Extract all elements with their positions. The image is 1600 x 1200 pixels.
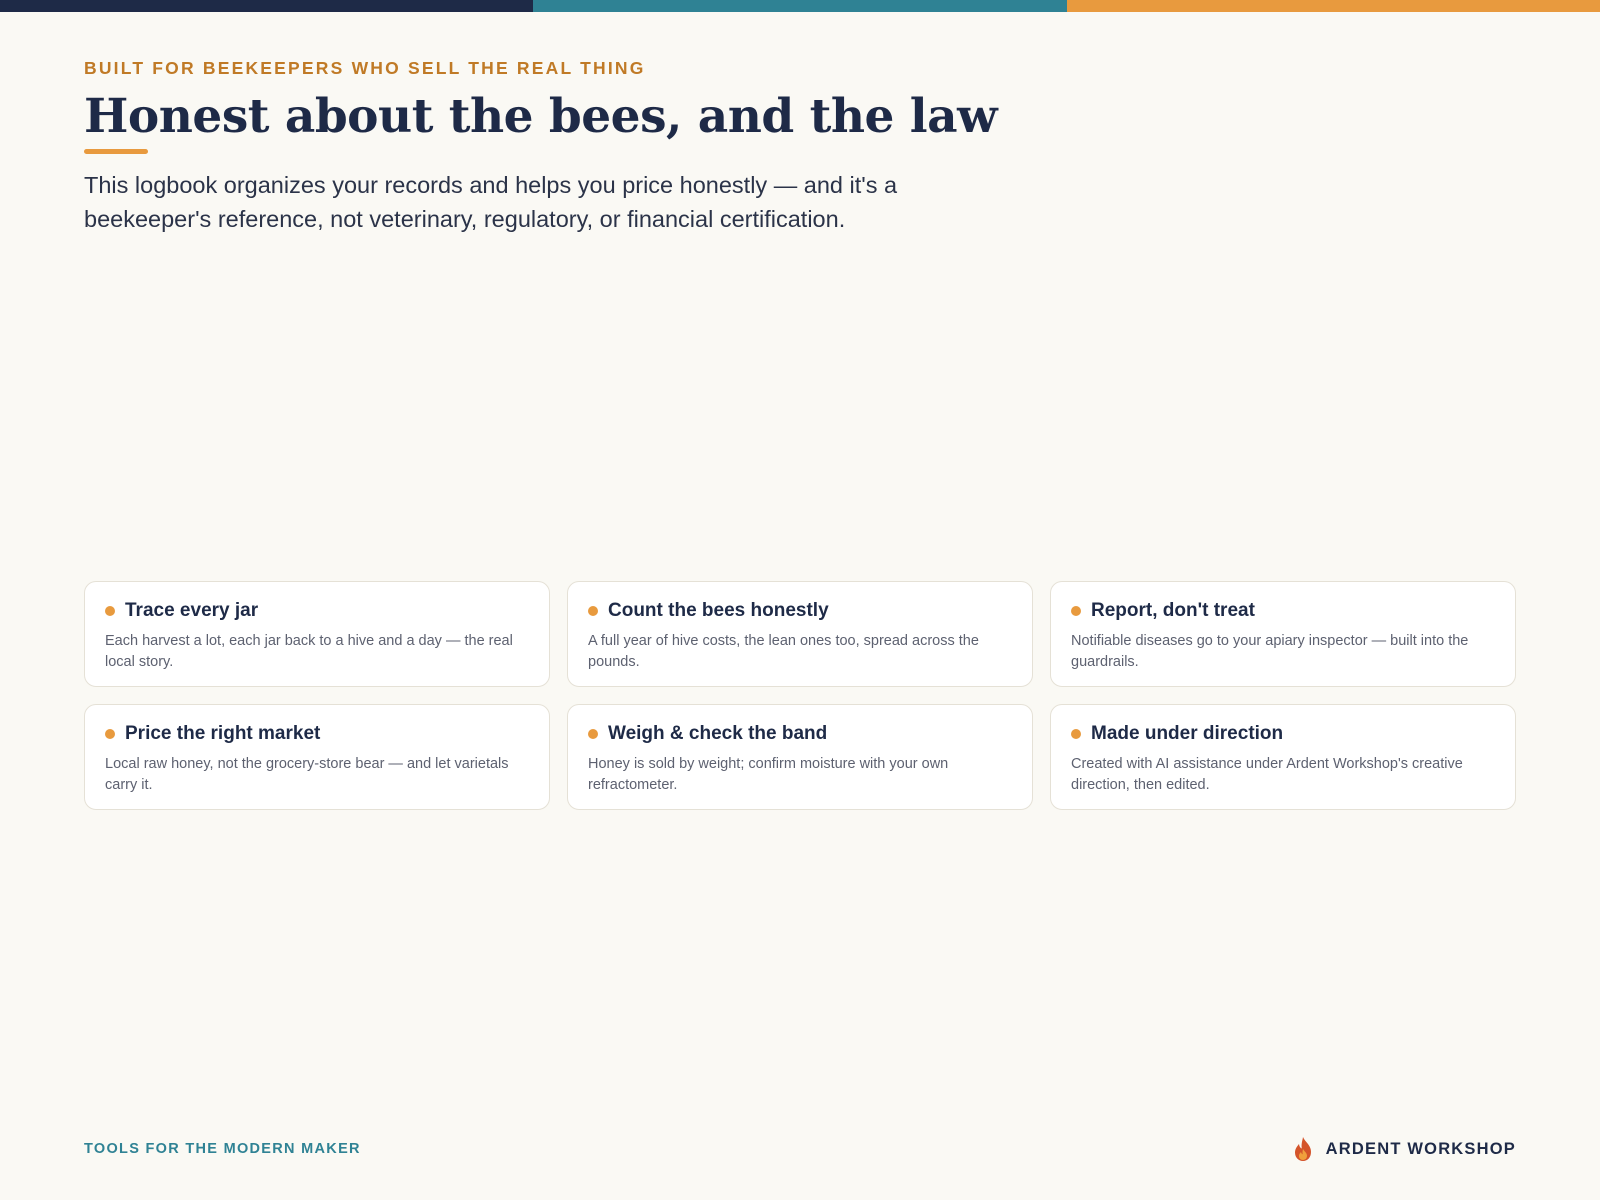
card-title: Report, don't treat bbox=[1091, 600, 1255, 621]
stripe-segment-teal bbox=[533, 0, 1067, 12]
flame-icon bbox=[1294, 1137, 1311, 1161]
bullet-dot-icon bbox=[588, 729, 598, 739]
bullet-dot-icon bbox=[1071, 729, 1081, 739]
bullet-dot-icon bbox=[105, 606, 115, 616]
card-description: Notifiable diseases go to your apiary in… bbox=[1071, 633, 1469, 670]
eyebrow-label: BUILT FOR BEEKEEPERS WHO SELL THE REAL T… bbox=[84, 58, 646, 78]
card-title: Trace every jar bbox=[125, 600, 259, 621]
card-description: A full year of hive costs, the lean ones… bbox=[588, 633, 979, 670]
card-description: Honey is sold by weight; confirm moistur… bbox=[588, 756, 949, 793]
card-header: Report, don't treat bbox=[1071, 600, 1495, 622]
card-title: Price the right market bbox=[125, 723, 321, 744]
bullet-dot-icon bbox=[105, 729, 115, 739]
lead-paragraph: This logbook organizes your records and … bbox=[84, 172, 898, 232]
brand-name: ARDENT WORKSHOP bbox=[1325, 1139, 1516, 1158]
bullet-dot-icon bbox=[1071, 606, 1081, 616]
feature-card-report: Report, don't treat Notifiable diseases … bbox=[1050, 581, 1516, 687]
feature-card-count: Count the bees honestly A full year of h… bbox=[567, 581, 1033, 687]
card-title: Made under direction bbox=[1091, 723, 1284, 744]
top-color-stripe bbox=[0, 0, 1600, 12]
feature-card-trace: Trace every jar Each harvest a lot, each… bbox=[84, 581, 550, 687]
stripe-segment-orange bbox=[1067, 0, 1600, 12]
stripe-segment-navy bbox=[0, 0, 533, 12]
card-description: Local raw honey, not the grocery-store b… bbox=[105, 756, 509, 793]
card-description: Created with AI assistance under Ardent … bbox=[1071, 756, 1463, 793]
card-header: Weigh & check the band bbox=[588, 723, 1012, 745]
feature-cards-grid: Trace every jar Each harvest a lot, each… bbox=[84, 581, 1516, 810]
card-header: Trace every jar bbox=[105, 600, 529, 622]
title-underline-accent bbox=[84, 149, 148, 154]
card-title: Count the bees honestly bbox=[608, 600, 829, 621]
card-header: Made under direction bbox=[1071, 723, 1495, 745]
footer-tagline: TOOLS FOR THE MODERN MAKER bbox=[84, 1141, 361, 1157]
bullet-dot-icon bbox=[588, 606, 598, 616]
footer-brand: ARDENT WORKSHOP bbox=[1292, 1136, 1516, 1162]
card-description: Each harvest a lot, each jar back to a h… bbox=[105, 633, 513, 670]
feature-card-direction: Made under direction Created with AI ass… bbox=[1050, 704, 1516, 810]
feature-card-price: Price the right market Local raw honey, … bbox=[84, 704, 550, 810]
card-header: Price the right market bbox=[105, 723, 529, 745]
page-title: Honest about the bees, and the law bbox=[84, 89, 998, 144]
card-title: Weigh & check the band bbox=[608, 723, 828, 744]
card-header: Count the bees honestly bbox=[588, 600, 1012, 622]
feature-card-weigh: Weigh & check the band Honey is sold by … bbox=[567, 704, 1033, 810]
